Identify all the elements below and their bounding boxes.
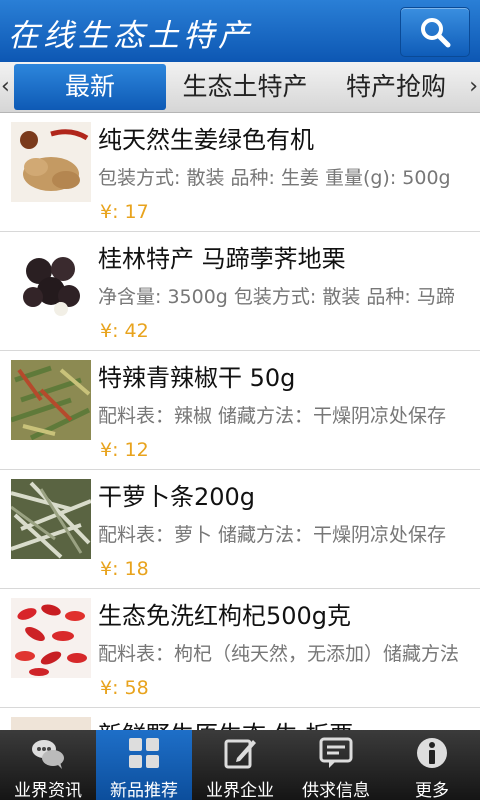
product-name: 特辣青辣椒干 50g bbox=[98, 364, 296, 392]
nav-supply-demand[interactable]: 供求信息 bbox=[288, 730, 384, 801]
product-name: 干萝卜条200g bbox=[98, 483, 256, 511]
list-item[interactable]: 新鲜野生原生态 生 板栗 bbox=[0, 708, 480, 730]
product-price: ¥: 58 bbox=[100, 677, 149, 699]
chat-bubbles-icon bbox=[32, 740, 64, 769]
app-title: 在线生态土特产 bbox=[8, 18, 253, 54]
search-icon bbox=[421, 18, 451, 48]
dried-chili-thumbnail bbox=[11, 360, 91, 440]
water-chestnut-thumbnail bbox=[11, 241, 91, 321]
list-item[interactable]: 桂林特产 马蹄荸荠地栗 净含量: 3500g 包装方式: 散装 品种: 马蹄 ¥… bbox=[0, 232, 480, 351]
product-list: 纯天然生姜绿色有机 包装方式: 散装 品种: 生姜 重量(g): 500g ¥:… bbox=[0, 113, 480, 730]
product-price: ¥: 42 bbox=[100, 320, 149, 342]
nav-label: 供求信息 bbox=[302, 781, 370, 801]
product-price: ¥: 12 bbox=[100, 439, 149, 461]
product-spec: 包装方式: 散装 品种: 生姜 重量(g): 500g bbox=[98, 167, 451, 189]
tab-latest[interactable]: 最新 bbox=[14, 64, 166, 110]
nav-label: 业界资讯 bbox=[14, 781, 82, 801]
grid-icon bbox=[129, 738, 159, 768]
product-spec: 配料表：萝卜 储藏方法：干燥阴凉处保存 bbox=[98, 524, 447, 546]
nav-industry-news[interactable]: 业界资讯 bbox=[0, 730, 96, 801]
info-icon bbox=[417, 738, 447, 768]
message-icon bbox=[319, 737, 353, 768]
search-button[interactable] bbox=[400, 7, 470, 57]
list-item[interactable]: 干萝卜条200g 配料表：萝卜 储藏方法：干燥阴凉处保存 ¥: 18 bbox=[0, 470, 480, 589]
product-name: 纯天然生姜绿色有机 bbox=[98, 126, 314, 154]
product-spec: 净含量: 3500g 包装方式: 散装 品种: 马蹄 bbox=[98, 286, 455, 308]
nav-label: 更多 bbox=[415, 781, 449, 801]
dried-radish-thumbnail bbox=[11, 479, 91, 559]
product-name: 桂林特产 马蹄荸荠地栗 bbox=[98, 245, 346, 273]
bottom-navigation: 业界资讯 新品推荐 业界企业 供求信息 更多 bbox=[0, 730, 480, 801]
ginger-thumbnail bbox=[11, 122, 91, 202]
product-price: ¥: 17 bbox=[100, 201, 149, 223]
chestnut-thumbnail bbox=[11, 717, 91, 730]
scroll-right-arrow-icon[interactable]: › bbox=[469, 74, 478, 99]
nav-industry-companies[interactable]: 业界企业 bbox=[192, 730, 288, 801]
tab-flash-sale[interactable]: 特产抢购 bbox=[334, 62, 458, 112]
edit-icon bbox=[224, 739, 256, 769]
list-item[interactable]: 特辣青辣椒干 50g 配料表：辣椒 储藏方法：干燥阴凉处保存 ¥: 12 bbox=[0, 351, 480, 470]
nav-label: 新品推荐 bbox=[110, 781, 178, 801]
product-name: 生态免洗红枸杞500g克 bbox=[98, 602, 352, 630]
product-spec: 配料表：辣椒 储藏方法：干燥阴凉处保存 bbox=[98, 405, 447, 427]
tab-eco-specialties[interactable]: 生态土特产 bbox=[172, 62, 318, 112]
app-header: 在线生态土特产 bbox=[0, 0, 480, 62]
nav-more[interactable]: 更多 bbox=[384, 730, 480, 801]
nav-new-products[interactable]: 新品推荐 bbox=[96, 730, 192, 801]
product-price: ¥: 18 bbox=[100, 558, 149, 580]
list-item[interactable]: 生态免洗红枸杞500g克 配料表：枸杞（纯天然，无添加）储藏方法 ¥: 58 bbox=[0, 589, 480, 708]
goji-berry-thumbnail bbox=[11, 598, 91, 678]
scroll-left-arrow-icon[interactable]: ‹ bbox=[1, 74, 10, 99]
category-tabbar: ‹ 最新 生态土特产 特产抢购 › bbox=[0, 62, 480, 113]
list-item[interactable]: 纯天然生姜绿色有机 包装方式: 散装 品种: 生姜 重量(g): 500g ¥:… bbox=[0, 113, 480, 232]
nav-label: 业界企业 bbox=[206, 781, 274, 801]
product-spec: 配料表：枸杞（纯天然，无添加）储藏方法 bbox=[98, 643, 460, 665]
product-name: 新鲜野生原生态 生 板栗 bbox=[98, 715, 353, 730]
